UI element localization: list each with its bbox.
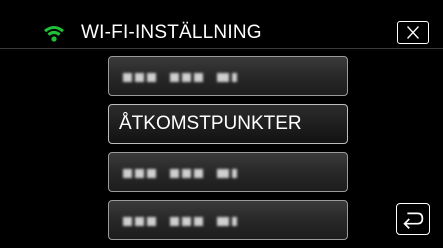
return-button[interactable] <box>396 203 430 235</box>
wifi-icon <box>43 23 65 43</box>
return-icon <box>403 212 424 229</box>
masked-ssid-text <box>123 215 240 227</box>
masked-ssid-text <box>123 167 240 179</box>
wifi-settings-screen: WI-FI-INSTÄLLNING ÅTKOMSTPUNKTER <box>0 0 443 248</box>
close-button[interactable] <box>397 21 429 44</box>
masked-ssid-text <box>123 71 240 83</box>
access-point-item-3[interactable] <box>108 152 348 192</box>
access-points-button[interactable]: ÅTKOMSTPUNKTER <box>108 104 348 144</box>
header-bar: WI-FI-INSTÄLLNING <box>0 0 443 48</box>
close-icon <box>406 26 420 39</box>
access-point-item-4[interactable] <box>108 200 348 240</box>
page-title: WI-FI-INSTÄLLNING <box>81 22 262 43</box>
access-point-item-1[interactable] <box>108 56 348 96</box>
header-divider <box>0 48 443 49</box>
access-points-label: ÅTKOMSTPUNKTER <box>119 113 302 134</box>
